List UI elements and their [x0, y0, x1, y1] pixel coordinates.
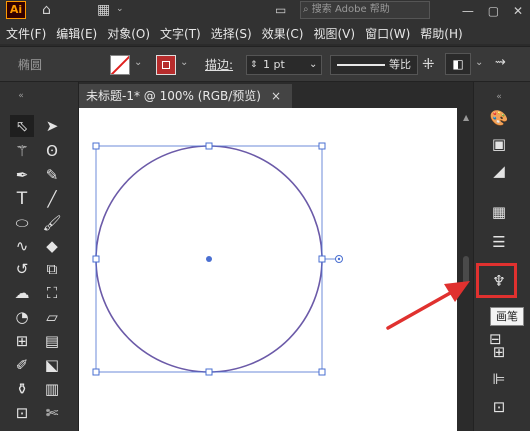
tools-panel: « ⬁ ➤ ⚚ ʘ ✒ ✎ T ╱ ⬭ 🖌 ∿ ◆ ↺ ⧉ ☁ ⛶ ◔ ▱ ⊞ … — [0, 82, 79, 431]
align-icon[interactable]: ⊫ — [484, 367, 514, 391]
document-title: 未标题-1* @ 100% (RGB/预览) — [86, 89, 261, 103]
document-tab[interactable]: 未标题-1* @ 100% (RGB/预览) × — [79, 84, 292, 108]
window-controls: — ▢ ✕ — [455, 0, 530, 22]
highlight-box — [476, 263, 517, 298]
rotate-icon[interactable]: ↺ — [10, 258, 34, 280]
resize-handle[interactable] — [318, 255, 326, 263]
title-bar: Ai ⌂ ▦ ⌄ ▭ ⌕ 搜索 Adobe 帮助 — ▢ ✕ — [0, 0, 530, 22]
search-placeholder: 搜索 Adobe 帮助 — [311, 4, 390, 15]
lines-icon[interactable]: ☰ — [484, 230, 514, 254]
scale-icon[interactable]: ⧉ — [40, 258, 64, 280]
resize-handle[interactable] — [318, 368, 326, 376]
fill-swatch[interactable] — [110, 55, 130, 75]
close-icon[interactable]: × — [271, 84, 281, 108]
control-bar: 椭圆 ⌄ ⌄ 描边: ⇕ 1 pt ⌄ 等比 ⁜ ◧ ⌄ ⇝ — [0, 46, 530, 82]
panel-dock: « 🎨 ▣ ◢ ▦ ☰ ♆ ⊞ ⊫ ⊡ — [473, 82, 530, 431]
app-logo: Ai — [6, 1, 26, 19]
search-icon: ⌕ — [303, 4, 309, 15]
eyedropper-icon[interactable]: ✐ — [10, 354, 34, 376]
menu-help[interactable]: 帮助(H) — [414, 25, 466, 42]
blend-icon[interactable]: ⬕ — [40, 354, 64, 376]
menu-type[interactable]: 文字(T) — [154, 25, 205, 42]
chevron-down-icon[interactable]: ⌄ — [309, 56, 317, 74]
menu-object[interactable]: 对象(O) — [101, 25, 154, 42]
artwork[interactable] — [79, 108, 457, 431]
type-icon[interactable]: T — [10, 188, 34, 210]
mesh-icon[interactable]: ⊞ — [10, 330, 34, 352]
arrange-icon[interactable]: ▭ — [275, 1, 286, 19]
menu-view[interactable]: 视图(V) — [307, 25, 359, 42]
brush-definition-icon[interactable]: ⁜ — [422, 55, 435, 73]
selection-type-label: 椭圆 — [18, 58, 43, 72]
pen-icon[interactable]: ✒ — [10, 164, 34, 186]
center-point — [206, 256, 212, 262]
swatches-icon[interactable]: ▦ — [484, 200, 514, 224]
shape-builder-icon[interactable]: ◔ — [10, 306, 34, 328]
pathfinder-icon[interactable]: ⊡ — [484, 395, 514, 419]
symbols-icon[interactable]: ⊟ — [489, 330, 502, 348]
stroke-weight-value: 1 pt — [263, 58, 285, 71]
gradient-icon[interactable]: ▤ — [40, 330, 64, 352]
chevron-down-icon[interactable]: ⌄ — [116, 4, 124, 14]
opacity-icon[interactable]: ◧ — [445, 53, 471, 75]
menu-file[interactable]: 文件(F) — [0, 25, 50, 42]
color-panel-icon[interactable]: 🎨 — [484, 106, 514, 130]
variable-width-profile[interactable]: 等比 — [330, 55, 418, 75]
resize-handle[interactable] — [92, 255, 100, 263]
stepper-icon[interactable]: ⇕ — [250, 56, 258, 74]
profile-label: 等比 — [389, 58, 411, 71]
scrollbar-thumb[interactable] — [463, 256, 469, 284]
stroke-swatch[interactable] — [156, 55, 176, 75]
direct-selection-icon[interactable]: ➤ — [40, 115, 64, 137]
menu-window[interactable]: 窗口(W) — [359, 25, 414, 42]
profile-line — [337, 64, 385, 66]
home-icon[interactable]: ⌂ — [42, 1, 51, 19]
lasso-icon[interactable]: ʘ — [40, 140, 64, 162]
magic-wand-icon[interactable]: ⚚ — [10, 140, 34, 162]
stroke-label[interactable]: 描边: — [205, 56, 233, 73]
line-icon[interactable]: ╱ — [40, 188, 64, 210]
resize-handle[interactable] — [205, 368, 213, 376]
selection-tool-icon[interactable]: ⬁ — [10, 115, 34, 137]
resize-handle[interactable] — [318, 142, 326, 150]
menu-effect[interactable]: 效果(C) — [256, 25, 308, 42]
chevron-down-icon[interactable]: ⌄ — [134, 57, 142, 68]
artboard-icon[interactable]: ⊡ — [10, 402, 34, 424]
resize-handle[interactable] — [92, 368, 100, 376]
slice-icon[interactable]: ✄ — [40, 402, 64, 424]
chevron-down-icon[interactable]: ⌄ — [475, 57, 483, 68]
tooltip: 画笔 — [490, 307, 524, 326]
menu-edit[interactable]: 编辑(E) — [50, 25, 101, 42]
menu-bar: 文件(F) 编辑(E) 对象(O) 文字(T) 选择(S) 效果(C) 视图(V… — [0, 22, 530, 44]
curvature-icon[interactable]: ✎ — [40, 164, 64, 186]
panel-collapse-icon[interactable]: « — [9, 85, 33, 107]
workspace-icon[interactable]: ▦ — [97, 1, 110, 19]
eraser-icon[interactable]: ◆ — [40, 235, 64, 257]
graph-icon[interactable]: ▥ — [40, 378, 64, 400]
chevron-down-icon[interactable]: ⌄ — [180, 57, 188, 68]
color-guide-icon[interactable]: ◢ — [484, 159, 514, 183]
menu-select[interactable]: 选择(S) — [205, 25, 256, 42]
search-input[interactable]: ⌕ 搜索 Adobe 帮助 — [300, 1, 430, 19]
libraries-icon[interactable]: ▣ — [484, 132, 514, 156]
artboard[interactable] — [79, 108, 457, 431]
stroke-weight-field[interactable]: ⇕ 1 pt ⌄ — [246, 55, 322, 75]
symbol-sprayer-icon[interactable]: ⚱ — [10, 378, 34, 400]
pie-widget-dot — [337, 257, 341, 261]
paintbrush-icon[interactable]: 🖌 — [40, 212, 64, 234]
scroll-up-icon[interactable]: ▲ — [463, 113, 469, 122]
warp-icon[interactable]: ☁ — [10, 282, 34, 304]
resize-handle[interactable] — [92, 142, 100, 150]
close-icon[interactable]: ✕ — [513, 4, 523, 18]
free-transform-icon[interactable]: ⛶ — [40, 282, 64, 304]
shaper-icon[interactable]: ∿ — [10, 235, 34, 257]
ellipse-icon[interactable]: ⬭ — [10, 212, 34, 234]
style-options-icon[interactable]: ⇝ — [495, 55, 506, 70]
perspective-icon[interactable]: ▱ — [40, 306, 64, 328]
resize-handle[interactable] — [205, 142, 213, 150]
minimize-icon[interactable]: — — [462, 4, 474, 18]
maximize-icon[interactable]: ▢ — [488, 4, 499, 18]
